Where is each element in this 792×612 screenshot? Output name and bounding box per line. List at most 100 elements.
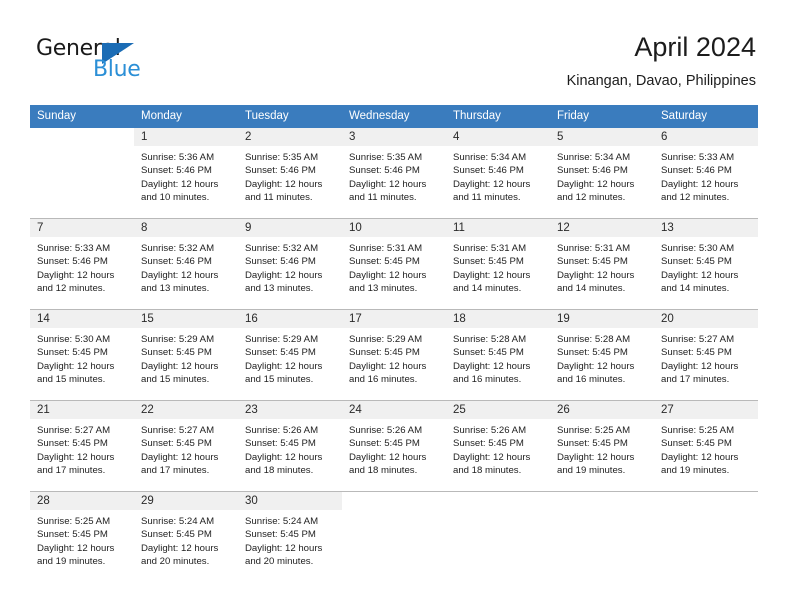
calendar-day-cell[interactable]: 1 Sunrise: 5:36 AM Sunset: 5:46 PM Daylight…: [134, 128, 238, 219]
calendar-day-cell[interactable]: 28 Sunrise: 5:25 AM Sunset: 5:45 PM Dayligh…: [30, 491, 134, 582]
calendar-day-cell[interactable]: 8 Sunrise: 5:32 AM Sunset: 5:46 PM Daylight…: [134, 218, 238, 310]
calendar-day-cell[interactable]: 20 Sunrise: 5:27 AM Sunset: 5:45 PM Dayligh…: [654, 309, 758, 401]
daylight-text-line1: Daylight: 12 hours: [245, 360, 323, 372]
sunset-text: Sunset: 5:45 PM: [557, 256, 628, 268]
calendar-day-cell-empty: [654, 491, 758, 582]
daylight-text-line1: Daylight: 12 hours: [141, 451, 219, 463]
title-block: April 2024 Kinangan, Davao, Philippines: [567, 30, 756, 90]
day-info: Sunrise: 5:35 AM Sunset: 5:46 PM Daylight:…: [238, 146, 342, 218]
calendar-day-cell[interactable]: 19 Sunrise: 5:28 AM Sunset: 5:45 PM Dayligh…: [550, 309, 654, 401]
calendar-day-cell[interactable]: 29 Sunrise: 5:24 AM Sunset: 5:45 PM Dayligh…: [134, 491, 238, 582]
calendar-week-row: 14 Sunrise: 5:30 AM Sunset: 5:45 PM Dayligh…: [30, 309, 758, 401]
sunset-text: Sunset: 5:45 PM: [349, 256, 420, 268]
day-info-empty: [30, 146, 134, 218]
sunrise-text: Sunrise: 5:24 AM: [245, 516, 319, 527]
calendar-week-row: 7 Sunrise: 5:33 AM Sunset: 5:46 PM Daylight…: [30, 218, 758, 310]
general-blue-logo[interactable]: General Blue: [36, 36, 166, 84]
daylight-text-line2: and 15 minutes.: [141, 373, 210, 385]
sunrise-text: Sunrise: 5:25 AM: [557, 425, 631, 436]
calendar-day-cell[interactable]: 26 Sunrise: 5:25 AM Sunset: 5:45 PM Dayligh…: [550, 400, 654, 492]
calendar-day-cell[interactable]: 30 Sunrise: 5:24 AM Sunset: 5:45 PM Dayligh…: [238, 491, 342, 582]
daylight-text-line2: and 14 minutes.: [453, 282, 522, 294]
sunrise-text: Sunrise: 5:32 AM: [141, 243, 215, 254]
calendar-body: 1 Sunrise: 5:36 AM Sunset: 5:46 PM Daylight…: [30, 128, 758, 582]
daylight-text-line2: and 13 minutes.: [349, 282, 418, 294]
calendar-day-cell[interactable]: 13 Sunrise: 5:30 AM Sunset: 5:45 PM Dayligh…: [654, 218, 758, 310]
day-info: Sunrise: 5:36 AM Sunset: 5:46 PM Daylight:…: [134, 146, 238, 218]
calendar-day-cell[interactable]: 16 Sunrise: 5:29 AM Sunset: 5:45 PM Dayligh…: [238, 309, 342, 401]
daylight-text-line1: Daylight: 12 hours: [245, 269, 323, 281]
day-number: 8: [134, 219, 238, 237]
day-info: Sunrise: 5:27 AM Sunset: 5:45 PM Daylight:…: [654, 328, 758, 400]
day-info: Sunrise: 5:32 AM Sunset: 5:46 PM Daylight:…: [134, 237, 238, 309]
calendar-day-cell[interactable]: 6 Sunrise: 5:33 AM Sunset: 5:46 PM Daylight…: [654, 128, 758, 219]
sunrise-text: Sunrise: 5:29 AM: [141, 334, 215, 345]
weekday-header-sunday: Sunday: [30, 105, 134, 128]
calendar-day-cell[interactable]: 14 Sunrise: 5:30 AM Sunset: 5:45 PM Dayligh…: [30, 309, 134, 401]
day-info: Sunrise: 5:26 AM Sunset: 5:45 PM Daylight:…: [446, 419, 550, 491]
sunset-text: Sunset: 5:45 PM: [349, 438, 420, 450]
day-number: 6: [654, 128, 758, 146]
sunrise-text: Sunrise: 5:25 AM: [661, 425, 735, 436]
calendar-day-cell[interactable]: 24 Sunrise: 5:26 AM Sunset: 5:45 PM Dayligh…: [342, 400, 446, 492]
day-info: Sunrise: 5:26 AM Sunset: 5:45 PM Daylight:…: [238, 419, 342, 491]
day-number: 19: [550, 310, 654, 328]
daylight-text-line1: Daylight: 12 hours: [557, 451, 635, 463]
sunset-text: Sunset: 5:45 PM: [453, 256, 524, 268]
calendar-day-cell[interactable]: 5 Sunrise: 5:34 AM Sunset: 5:46 PM Daylight…: [550, 128, 654, 219]
calendar-day-cell[interactable]: 3 Sunrise: 5:35 AM Sunset: 5:46 PM Daylight…: [342, 128, 446, 219]
day-number: 12: [550, 219, 654, 237]
page-title: April 2024: [634, 32, 756, 62]
calendar-day-cell[interactable]: 4 Sunrise: 5:34 AM Sunset: 5:46 PM Daylight…: [446, 128, 550, 219]
day-number: 20: [654, 310, 758, 328]
calendar-day-cell[interactable]: 2 Sunrise: 5:35 AM Sunset: 5:46 PM Daylight…: [238, 128, 342, 219]
daylight-text-line1: Daylight: 12 hours: [37, 269, 115, 281]
sunset-text: Sunset: 5:46 PM: [661, 165, 732, 177]
calendar-day-cell[interactable]: 11 Sunrise: 5:31 AM Sunset: 5:45 PM Dayligh…: [446, 218, 550, 310]
calendar-day-cell-empty: [342, 491, 446, 582]
daylight-text-line2: and 19 minutes.: [557, 464, 626, 476]
daylight-text-line1: Daylight: 12 hours: [245, 542, 323, 554]
sunset-text: Sunset: 5:46 PM: [141, 256, 212, 268]
calendar-day-cell[interactable]: 7 Sunrise: 5:33 AM Sunset: 5:46 PM Daylight…: [30, 218, 134, 310]
calendar-day-cell[interactable]: 23 Sunrise: 5:26 AM Sunset: 5:45 PM Dayligh…: [238, 400, 342, 492]
daylight-text-line1: Daylight: 12 hours: [557, 178, 635, 190]
weekday-header-friday: Friday: [550, 105, 654, 128]
sunset-text: Sunset: 5:45 PM: [37, 438, 108, 450]
calendar-day-cell[interactable]: 27 Sunrise: 5:25 AM Sunset: 5:45 PM Dayligh…: [654, 400, 758, 492]
calendar-day-cell[interactable]: 9 Sunrise: 5:32 AM Sunset: 5:46 PM Daylight…: [238, 218, 342, 310]
day-info: Sunrise: 5:28 AM Sunset: 5:45 PM Daylight:…: [446, 328, 550, 400]
daylight-text-line1: Daylight: 12 hours: [37, 360, 115, 372]
weekday-header-monday: Monday: [134, 105, 238, 128]
calendar-day-cell[interactable]: 22 Sunrise: 5:27 AM Sunset: 5:45 PM Dayligh…: [134, 400, 238, 492]
calendar-day-cell[interactable]: 17 Sunrise: 5:29 AM Sunset: 5:45 PM Dayligh…: [342, 309, 446, 401]
day-info: Sunrise: 5:27 AM Sunset: 5:45 PM Daylight:…: [30, 419, 134, 491]
sunset-text: Sunset: 5:46 PM: [141, 165, 212, 177]
calendar-day-cell[interactable]: 10 Sunrise: 5:31 AM Sunset: 5:45 PM Dayligh…: [342, 218, 446, 310]
daylight-text-line1: Daylight: 12 hours: [557, 269, 635, 281]
day-info-empty: [342, 510, 446, 582]
calendar-day-cell[interactable]: 15 Sunrise: 5:29 AM Sunset: 5:45 PM Dayligh…: [134, 309, 238, 401]
calendar-day-cell[interactable]: 18 Sunrise: 5:28 AM Sunset: 5:45 PM Dayligh…: [446, 309, 550, 401]
sunset-text: Sunset: 5:45 PM: [557, 347, 628, 359]
sunset-text: Sunset: 5:45 PM: [453, 347, 524, 359]
daylight-text-line1: Daylight: 12 hours: [453, 178, 531, 190]
daylight-text-line2: and 13 minutes.: [245, 282, 314, 294]
calendar-day-cell-empty: [446, 491, 550, 582]
daylight-text-line2: and 18 minutes.: [349, 464, 418, 476]
calendar-day-cell[interactable]: 21 Sunrise: 5:27 AM Sunset: 5:45 PM Dayligh…: [30, 400, 134, 492]
day-number: 17: [342, 310, 446, 328]
day-number: 25: [446, 401, 550, 419]
calendar-day-cell[interactable]: 25 Sunrise: 5:26 AM Sunset: 5:45 PM Dayligh…: [446, 400, 550, 492]
daylight-text-line1: Daylight: 12 hours: [349, 269, 427, 281]
day-number: 30: [238, 492, 342, 510]
day-info: Sunrise: 5:31 AM Sunset: 5:45 PM Daylight:…: [550, 237, 654, 309]
day-info: Sunrise: 5:33 AM Sunset: 5:46 PM Daylight:…: [30, 237, 134, 309]
daylight-text-line2: and 11 minutes.: [245, 191, 313, 203]
day-number: 23: [238, 401, 342, 419]
day-info-empty: [654, 510, 758, 582]
sunrise-text: Sunrise: 5:26 AM: [453, 425, 527, 436]
daylight-text-line2: and 15 minutes.: [37, 373, 106, 385]
sunset-text: Sunset: 5:45 PM: [245, 347, 316, 359]
calendar-day-cell[interactable]: 12 Sunrise: 5:31 AM Sunset: 5:45 PM Dayligh…: [550, 218, 654, 310]
